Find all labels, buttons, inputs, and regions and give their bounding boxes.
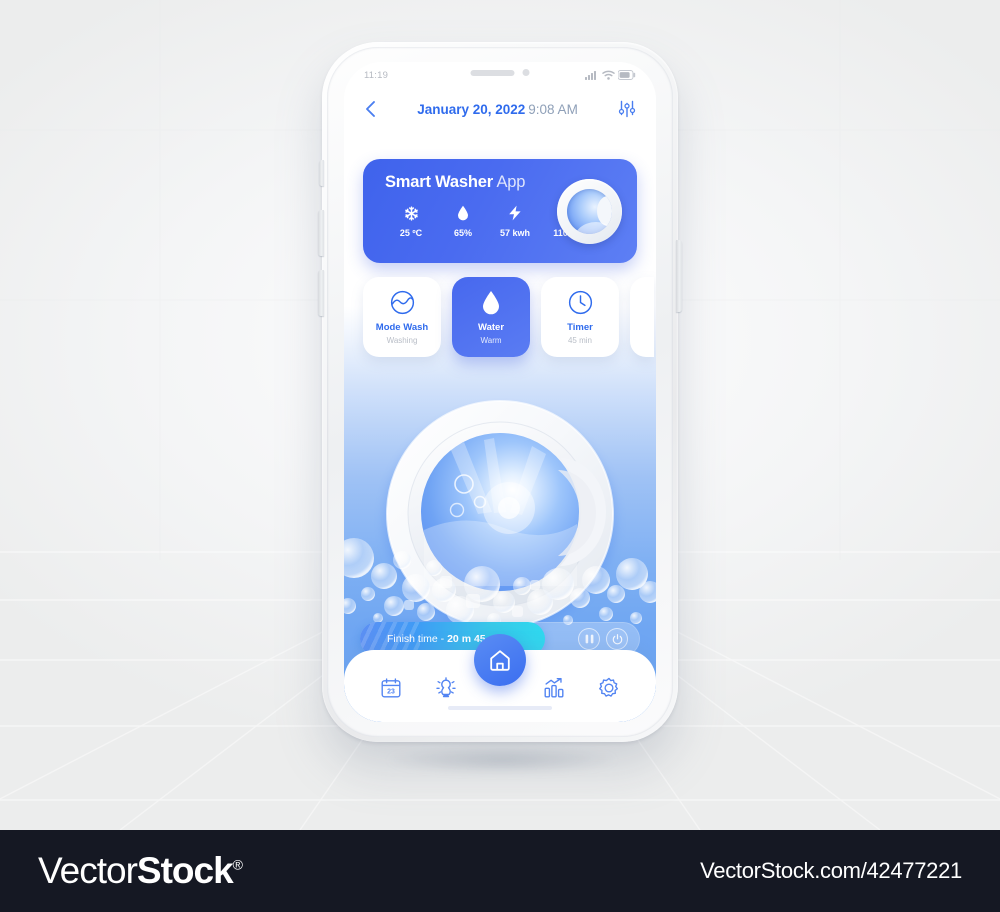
wave-circle-icon [390, 290, 415, 316]
chevron-left-icon[interactable] [364, 100, 377, 118]
volume-down-button[interactable] [318, 270, 324, 316]
stat-value: 65% [453, 228, 472, 238]
smart-washer-banner[interactable]: Smart Washer App 25 ºC 65% 57 kwh 110 [363, 159, 637, 263]
mode-card-sub: Warm [480, 335, 502, 345]
banner-title-bold: Smart Washer [385, 173, 493, 191]
status-bar: 11:19 [344, 62, 656, 88]
mode-card-timer[interactable]: Timer 45 min [541, 277, 619, 357]
nav-item-home[interactable] [474, 634, 526, 686]
mode-card-sub: 45 min [567, 335, 592, 345]
phone-drop-shadow [352, 742, 652, 778]
nav-item-statistics[interactable] [537, 672, 571, 704]
mode-card-mode-wash[interactable]: Mode Wash Washing [363, 277, 441, 357]
snowflake-icon [385, 203, 437, 223]
lightning-bolt-icon [489, 203, 541, 223]
status-time: 11:19 [364, 69, 389, 81]
nav-item-settings[interactable] [592, 672, 626, 704]
battery-icon [618, 70, 636, 80]
stat-value: 57 kwh [499, 228, 530, 238]
logo-part-vector: Vector [38, 850, 138, 891]
stat-energy: 57 kwh [489, 203, 541, 238]
stat-temperature: 25 ºC [385, 203, 437, 238]
finish-time-prefix: Finish time - [387, 633, 448, 645]
washer-illustration [344, 362, 656, 652]
bar-chart-icon [544, 677, 564, 698]
finish-time-label: Finish time - 20 m 45 s [360, 633, 494, 645]
nav-item-calendar[interactable]: 23 [374, 672, 408, 704]
registered-mark: ® [232, 856, 243, 873]
sliders-icon[interactable] [618, 100, 636, 118]
lightbulb-icon [435, 677, 456, 698]
home-icon [490, 650, 510, 671]
gear-icon [598, 677, 618, 697]
power-button[interactable] [606, 628, 628, 650]
mode-card-label: Timer [567, 321, 593, 333]
front-camera-icon [522, 69, 530, 76]
mode-card-water[interactable]: Water Warm [452, 277, 530, 357]
header-date: January 20, 2022 [417, 101, 526, 117]
pause-icon [585, 634, 593, 644]
vectorstock-url: VectorStock.com/42477221 [700, 858, 962, 883]
calendar-badge: 23 [387, 689, 395, 696]
dynamic-island [470, 69, 530, 76]
mute-switch-button[interactable] [319, 160, 324, 186]
speaker-slot-icon [470, 69, 515, 76]
home-indicator[interactable] [448, 706, 552, 710]
header-time: 9:08 AM [528, 101, 578, 117]
water-drop-icon [482, 290, 500, 316]
wifi-icon [602, 70, 615, 80]
phone-screen: 11:19 January 20, 2022 9:08 AM Smart Was… [344, 62, 656, 722]
washer-drum-icon [557, 179, 622, 244]
calendar-icon: 23 [381, 678, 401, 698]
stat-value: 25 ºC [399, 228, 423, 238]
pause-button[interactable] [578, 628, 600, 650]
signal-icon [585, 71, 596, 80]
vectorstock-logo: VectorStock® [38, 850, 243, 892]
mode-card-label: Mode Wash [375, 321, 429, 333]
nav-item-lightbulb[interactable] [429, 672, 463, 704]
scene-background: 11:19 January 20, 2022 9:08 AM Smart Was… [0, 0, 1000, 830]
mode-card-next-partial[interactable] [630, 277, 654, 357]
clock-icon [568, 290, 593, 316]
banner-title-light: App [496, 173, 526, 191]
vectorstock-footer: VectorStock® VectorStock.com/42477221 [0, 830, 1000, 912]
mode-card-label: Water [477, 321, 505, 333]
mode-card-sub: Washing [386, 335, 418, 345]
phone-device: 11:19 January 20, 2022 9:08 AM Smart Was… [318, 42, 682, 742]
logo-part-stock: Stock [136, 850, 234, 891]
mode-card-list: Mode Wash Washing Water Warm Timer 45 mi… [363, 277, 656, 357]
volume-up-button[interactable] [318, 210, 324, 256]
page-title: January 20, 2022 9:08 AM [417, 102, 578, 117]
stat-humidity: 65% [437, 203, 489, 238]
water-drop-icon [437, 203, 489, 223]
washer-glass [567, 189, 612, 234]
power-side-button[interactable] [676, 240, 682, 312]
app-header: January 20, 2022 9:08 AM [344, 88, 656, 130]
power-icon [612, 633, 622, 644]
